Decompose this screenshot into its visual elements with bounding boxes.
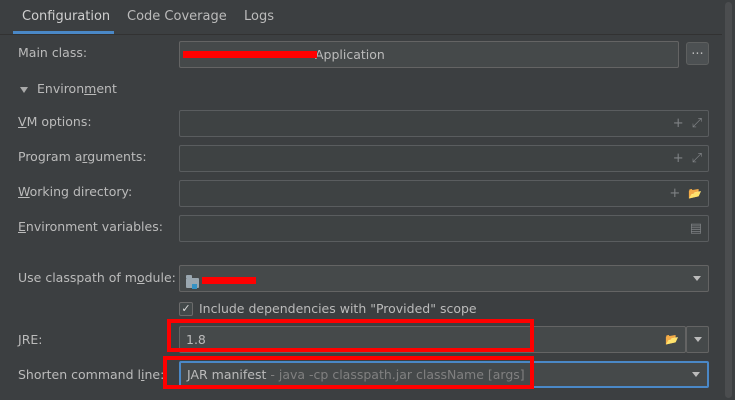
environment-variables-field[interactable]: ▤ (179, 215, 709, 242)
active-tab-indicator (13, 31, 114, 34)
classpath-module-mnemonic: o (136, 270, 145, 285)
shorten-command-line-label-pre: Shorten command l (18, 367, 141, 382)
document-icon[interactable]: ▤ (690, 221, 702, 236)
main-class-value: Application (315, 47, 385, 62)
scrollbar[interactable] (723, 0, 735, 400)
environment-section-toggle[interactable]: Environment (20, 79, 117, 99)
shorten-command-line-label-post: ne: (144, 367, 165, 382)
main-class-browse-button[interactable]: ... (686, 42, 709, 65)
program-arguments-label-post: guments: (87, 149, 147, 164)
vm-options-mnemonic: V (18, 114, 27, 129)
include-dependencies-label[interactable]: Include dependencies with "Provided" sco… (199, 299, 477, 319)
program-arguments-label: Program arguments: (18, 147, 147, 167)
environment-variables-mnemonic: E (18, 219, 26, 234)
main-class-label: Main class: (18, 45, 88, 60)
vm-options-label-rest: M options: (26, 114, 92, 129)
annotation-box-shorten-command-line (163, 356, 534, 389)
jre-dropdown-button[interactable] (686, 326, 709, 353)
jre-label-rest: RE: (21, 332, 43, 347)
tab-configuration[interactable]: Configuration (22, 0, 110, 35)
plus-icon[interactable]: + (669, 186, 680, 201)
classpath-module-label-pre: Use classpath of m (18, 270, 137, 285)
program-arguments-label-pre: Program a (18, 149, 83, 164)
include-dependencies-checkbox[interactable]: ✓ (179, 302, 193, 316)
environment-label-mnemonic: m (84, 81, 97, 96)
shorten-command-line-label: Shorten command line: (18, 365, 164, 385)
environment-variables-label-rest: nvironment variables: (25, 219, 163, 234)
environment-label-post: ent (96, 81, 117, 96)
redaction-module-name (202, 277, 256, 284)
annotation-box-jre (167, 319, 534, 352)
classpath-module-combo[interactable] (179, 265, 709, 292)
chevron-down-icon (692, 372, 700, 377)
environment-variables-label: Environment variables: (18, 217, 163, 237)
environment-label-pre: Environ (37, 81, 85, 96)
plus-icon[interactable]: + (673, 116, 684, 131)
tab-code-coverage[interactable]: Code Coverage (127, 0, 227, 35)
tab-bar: Configuration Code Coverage Logs (0, 0, 722, 35)
jre-label: JRE: (18, 330, 42, 350)
classpath-module-label: Use classpath of module: (18, 268, 176, 288)
working-directory-mnemonic: W (18, 184, 30, 199)
module-folder-icon (186, 274, 199, 289)
main-class-field[interactable]: Application (179, 41, 679, 68)
working-directory-field[interactable]: + 📂 (179, 180, 709, 207)
scrollbar-thumb[interactable] (725, 2, 732, 398)
collapse-triangle-icon (20, 86, 28, 93)
folder-open-icon[interactable]: 📂 (688, 187, 702, 200)
folder-open-icon[interactable]: 📂 (665, 333, 679, 346)
tab-logs[interactable]: Logs (244, 0, 274, 35)
chevron-down-icon (694, 337, 702, 342)
working-directory-label-rest: orking directory: (29, 184, 133, 199)
classpath-module-label-post: dule: (144, 270, 176, 285)
working-directory-label: Working directory: (18, 182, 132, 202)
vm-options-field[interactable]: + ⤢ (179, 110, 709, 137)
expand-icon[interactable]: ⤢ (692, 116, 702, 131)
expand-icon[interactable]: ⤢ (692, 151, 702, 166)
plus-icon[interactable]: + (673, 151, 684, 166)
redaction-main-class (183, 51, 317, 58)
program-arguments-field[interactable]: + ⤢ (179, 145, 709, 172)
chevron-down-icon (693, 276, 701, 281)
vm-options-label: VM options: (18, 112, 92, 132)
